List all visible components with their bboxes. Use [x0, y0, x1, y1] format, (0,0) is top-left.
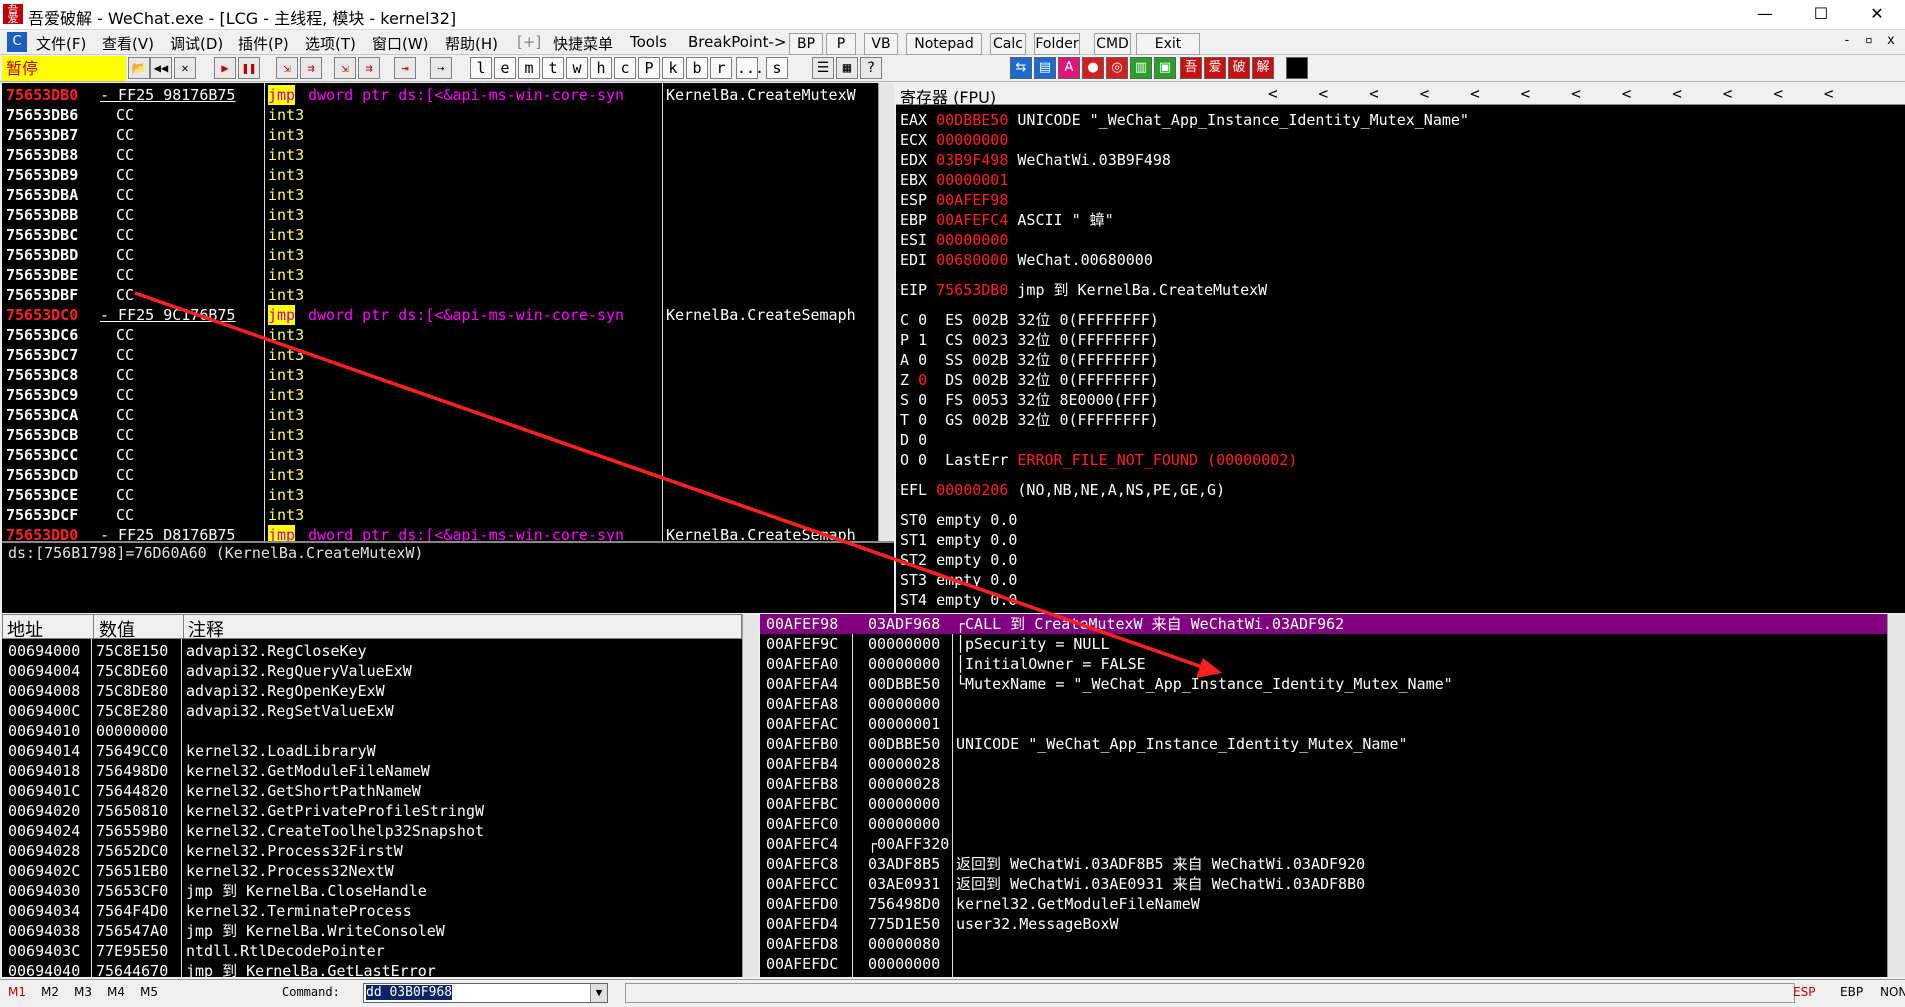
- command-input[interactable]: dd 03B0F968: [363, 983, 608, 1003]
- annotation-arrow: [134, 291, 1222, 678]
- status-register-ebp[interactable]: EBP: [1840, 985, 1863, 999]
- memory-button-m5[interactable]: M5: [140, 985, 158, 999]
- status-register-esp[interactable]: ESP: [1793, 985, 1815, 999]
- memory-button-m2[interactable]: M2: [41, 985, 59, 999]
- memory-button-m1[interactable]: M1: [8, 985, 26, 999]
- command-label: Command:: [282, 985, 340, 999]
- chevron-down-icon[interactable]: ▼: [590, 984, 607, 1002]
- status-register-non[interactable]: NON: [1880, 985, 1905, 999]
- memory-button-m4[interactable]: M4: [107, 985, 125, 999]
- status-message-field: [625, 983, 1795, 1003]
- memory-button-m3[interactable]: M3: [74, 985, 92, 999]
